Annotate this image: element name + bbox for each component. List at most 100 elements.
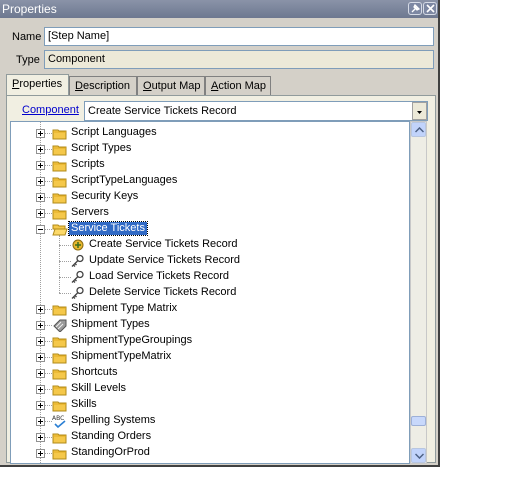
tree-connector	[45, 133, 52, 134]
tree-connector	[45, 325, 52, 326]
tree-child-item[interactable]: Create Service Tickets Record	[11, 237, 401, 253]
tree-item-label: Security Keys	[71, 190, 139, 202]
tab-output-map[interactable]: Output Map	[137, 76, 205, 95]
tab-properties[interactable]: Properties	[6, 74, 69, 96]
plus-icon	[38, 307, 43, 312]
expand-toggle[interactable]	[36, 337, 45, 346]
tree-item-label: Script Languages	[71, 126, 157, 138]
expand-toggle[interactable]	[36, 417, 45, 426]
tab-output-map-accel: O	[143, 80, 152, 92]
tree-item-label: Shortcuts	[71, 366, 118, 378]
tree-connector	[45, 357, 52, 358]
tree-item-label: StandingOrProdCat	[69, 462, 169, 463]
tree-connector	[45, 149, 52, 150]
key-icon	[70, 270, 86, 284]
tree-item[interactable]: Shortcuts	[11, 365, 401, 381]
expand-toggle[interactable]	[36, 449, 45, 458]
dropdown-button[interactable]	[412, 102, 427, 120]
tree-item-label: Skills	[71, 398, 97, 410]
tab-description[interactable]: Description	[69, 76, 137, 95]
pin-button[interactable]	[408, 2, 422, 15]
tree-item[interactable]: ABC Spelling Systems	[11, 413, 401, 429]
tree-connector	[45, 437, 52, 438]
folder-icon	[52, 206, 68, 220]
tab-output-map-label: utput Map	[151, 80, 201, 92]
expand-toggle[interactable]	[36, 401, 45, 410]
tree-item-label: Delete Service Tickets Record	[89, 286, 237, 298]
tree-item[interactable]: Script Types	[11, 141, 401, 157]
expand-toggle[interactable]	[36, 177, 45, 186]
folder-icon	[52, 302, 68, 316]
tab-action-map-label: ction Map	[218, 80, 267, 92]
tree-item[interactable]: Scripts	[11, 157, 401, 173]
tree-item[interactable]: StandingOrProd	[11, 445, 401, 461]
plus-icon	[38, 131, 43, 136]
tree-item[interactable]: Service Tickets	[11, 221, 401, 237]
tree-item-label: ShipmentTypeGroupings	[71, 334, 193, 346]
tree-connector	[45, 309, 52, 310]
component-tree: Script Languages Script Types Scripts Scrip…	[10, 121, 410, 464]
expand-toggle[interactable]	[36, 353, 45, 362]
expand-toggle[interactable]	[36, 145, 45, 154]
scroll-thumb[interactable]	[411, 416, 426, 427]
collapse-toggle[interactable]	[36, 225, 45, 234]
expand-toggle[interactable]	[36, 433, 45, 442]
plus-icon	[38, 339, 43, 344]
plus-icon	[38, 211, 43, 216]
folder-icon	[52, 382, 68, 396]
tab-description-label: escription	[82, 80, 131, 92]
tree-child-item[interactable]: Delete Service Tickets Record	[11, 285, 401, 301]
tag-icon	[52, 318, 68, 333]
tree-item[interactable]: Shipment Types	[11, 317, 401, 333]
spellcheck-icon: ABC	[52, 414, 68, 429]
expand-toggle[interactable]	[36, 193, 45, 202]
tree-connector	[45, 165, 52, 166]
tree-connector	[45, 181, 52, 182]
tree-item-label: Standing Orders	[71, 430, 152, 442]
vertical-scrollbar[interactable]	[410, 121, 427, 464]
tree-item[interactable]: Skills	[11, 397, 401, 413]
tree-item-label: Scripts	[71, 158, 105, 170]
tree-connector	[45, 453, 52, 454]
key-icon	[70, 254, 86, 268]
plus-icon	[38, 195, 43, 200]
tree-child-item[interactable]: Load Service Tickets Record	[11, 269, 401, 285]
tree-item[interactable]: Standing Orders	[11, 429, 401, 445]
tree-connector	[45, 421, 52, 422]
tree-item[interactable]: Shipment Type Matrix	[11, 301, 401, 317]
scroll-up-button[interactable]	[411, 122, 426, 137]
tab-action-map[interactable]: Action Map	[205, 76, 271, 95]
tree-child-item[interactable]: Update Service Tickets Record	[11, 253, 401, 269]
expand-toggle[interactable]	[36, 305, 45, 314]
type-label: Type	[16, 54, 40, 66]
expand-toggle[interactable]	[36, 321, 45, 330]
expand-toggle[interactable]	[36, 369, 45, 378]
component-dropdown[interactable]: Create Service Tickets Record	[84, 101, 428, 121]
tree-item[interactable]: ShipmentTypeGroupings	[11, 333, 401, 349]
component-row: Component Create Service Tickets Record	[10, 101, 428, 121]
tree-item[interactable]: ScriptTypeLanguages	[11, 173, 401, 189]
plus-icon	[38, 179, 43, 184]
svg-text:ABC: ABC	[52, 415, 64, 422]
tree-item[interactable]: Security Keys	[11, 189, 401, 205]
type-field: Component	[44, 50, 434, 69]
tree-item[interactable]: ShipmentTypeMatrix	[11, 349, 401, 365]
component-link[interactable]: Component	[22, 104, 79, 116]
tree-item[interactable]: Script Languages	[11, 125, 401, 141]
close-button[interactable]	[423, 2, 437, 15]
expand-toggle[interactable]	[36, 209, 45, 218]
folder-icon	[52, 174, 68, 188]
scroll-down-button[interactable]	[411, 448, 426, 463]
tree-item[interactable]: Servers	[11, 205, 401, 221]
tree-connector	[45, 213, 52, 214]
component-selected-value: Create Service Tickets Record	[88, 105, 237, 117]
tree-item[interactable]: Skill Levels	[11, 381, 401, 397]
tree-item[interactable]: StandingOrProdCat	[11, 461, 401, 463]
tree-connector	[45, 229, 52, 230]
expand-toggle[interactable]	[36, 385, 45, 394]
expand-toggle[interactable]	[36, 161, 45, 170]
plus-icon	[38, 403, 43, 408]
tree-item-label: Load Service Tickets Record	[89, 270, 230, 282]
expand-toggle[interactable]	[36, 129, 45, 138]
name-field[interactable]: [Step Name]	[44, 27, 434, 46]
